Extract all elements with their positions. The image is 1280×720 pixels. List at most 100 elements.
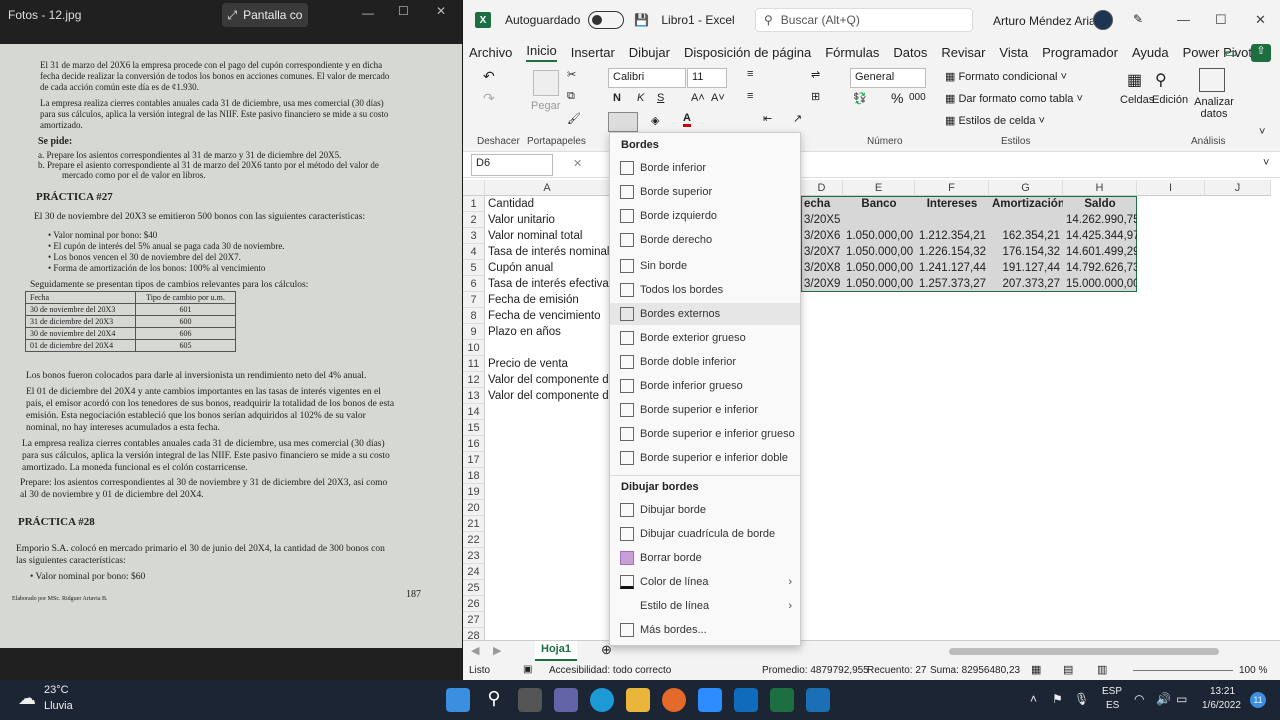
table-header[interactable]: echa [801, 196, 843, 212]
row-header[interactable]: 6 [463, 276, 485, 292]
table-cell[interactable]: 1.241.127,44 [915, 260, 989, 276]
cell-styles-button[interactable]: ▦ Estilos de celda ˅ [945, 114, 1045, 127]
table-cell[interactable] [989, 212, 1063, 228]
table-cell[interactable]: 14.601.499,29 [1063, 244, 1137, 260]
minimize-icon[interactable]: — [362, 6, 374, 20]
draw-border-option[interactable]: Dibujar cuadrícula de borde [610, 523, 800, 545]
row-header[interactable]: 3 [463, 228, 485, 244]
table-cell[interactable]: 14.262.990,75 [1063, 212, 1137, 228]
zoom-icon[interactable] [698, 688, 722, 712]
italic-button[interactable]: K [637, 92, 644, 104]
row-header[interactable]: 19 [463, 484, 485, 500]
tab-archivo[interactable]: Archivo [469, 45, 512, 60]
tab-power-pivot[interactable]: Power Pivot [1183, 45, 1252, 60]
normal-view-icon[interactable]: ▦ [1031, 663, 1041, 676]
table-cell[interactable] [915, 212, 989, 228]
close-icon[interactable]: ✕ [1255, 12, 1266, 28]
column-header[interactable]: G [989, 180, 1063, 196]
draw-border-option[interactable]: Más bordes... [610, 619, 800, 641]
table-cell[interactable]: 1.050.000,00 [843, 276, 915, 292]
analyze-button[interactable]: Analizar datos [1193, 96, 1235, 120]
border-option[interactable]: Sin borde [610, 255, 800, 277]
fill-color-icon[interactable]: ◈ [651, 114, 659, 127]
percent-icon[interactable]: % [891, 90, 903, 106]
row-header[interactable]: 1 [463, 196, 485, 212]
row-header[interactable]: 7 [463, 292, 485, 308]
cell-a[interactable] [485, 340, 610, 356]
row-header[interactable]: 5 [463, 260, 485, 276]
row-header[interactable]: 15 [463, 420, 485, 436]
border-option[interactable]: Borde doble inferior [610, 351, 800, 373]
thousands-icon[interactable]: 000 [909, 92, 926, 103]
tab-disposicion[interactable]: Disposición de página [684, 45, 811, 60]
share-icon[interactable]: ⇧ [1251, 44, 1271, 62]
clock-time[interactable]: 13:21 [1210, 686, 1235, 697]
table-cell[interactable]: 3/20X8 [801, 260, 843, 276]
copy-icon[interactable]: ⧉ [567, 90, 575, 103]
accessibility-status[interactable]: Accesibilidad: todo correcto [549, 665, 671, 676]
borders-button[interactable] [608, 112, 638, 132]
row-header[interactable]: 20 [463, 500, 485, 516]
cell-a[interactable]: Valor unitario [485, 212, 610, 228]
size-select[interactable]: 11 [687, 68, 727, 88]
draw-border-option[interactable]: Dibujar borde [610, 499, 800, 521]
table-cell[interactable]: 1.212.354,21 [915, 228, 989, 244]
save-icon[interactable]: 💾 [634, 13, 649, 27]
close-icon[interactable]: ✕ [436, 4, 446, 18]
format-as-table-button[interactable]: ▦ Dar formato como tabla ˅ [945, 92, 1083, 105]
select-all[interactable] [463, 180, 485, 196]
search-box[interactable]: ⚲ Buscar (Alt+Q) [755, 8, 973, 32]
table-cell[interactable]: 1.257.373,27 [915, 276, 989, 292]
photos-taskbar-icon[interactable] [806, 688, 830, 712]
battery-icon[interactable]: ▭ [1176, 692, 1187, 706]
table-cell[interactable]: 207.373,27 [989, 276, 1063, 292]
cell-a[interactable]: Valor del componente de [485, 388, 610, 404]
tab-datos[interactable]: Datos [893, 45, 927, 60]
wifi-icon[interactable]: ◠ [1134, 692, 1144, 706]
column-header[interactable]: H [1063, 180, 1137, 196]
table-cell[interactable]: 3/20X9 [801, 276, 843, 292]
lang-2[interactable]: ES [1106, 700, 1119, 711]
clock-date[interactable]: 1/6/2022 [1202, 700, 1241, 711]
paste-button[interactable]: Pegar [531, 100, 560, 112]
row-header[interactable]: 11 [463, 356, 485, 372]
row-header[interactable]: 28 [463, 628, 485, 640]
cancel-formula-icon[interactable]: ✕ [573, 157, 582, 170]
border-option[interactable]: Borde exterior grueso [610, 327, 800, 349]
table-header[interactable]: Banco [843, 196, 915, 212]
border-option[interactable]: Borde superior [610, 181, 800, 203]
page-break-icon[interactable]: ▥ [1097, 663, 1107, 676]
zoom-slider[interactable] [1133, 670, 1233, 671]
cell-a[interactable]: Fecha de vencimiento [485, 308, 610, 324]
align-top-icon[interactable]: ≡ [747, 68, 753, 80]
volume-icon[interactable]: 🔊 [1156, 692, 1171, 706]
row-header[interactable]: 2 [463, 212, 485, 228]
border-option[interactable]: Borde inferior grueso [610, 375, 800, 397]
teams-icon[interactable] [554, 688, 578, 712]
column-header[interactable]: J [1205, 180, 1271, 196]
row-header[interactable]: 23 [463, 548, 485, 564]
row-header[interactable]: 21 [463, 516, 485, 532]
edge-icon[interactable] [590, 688, 614, 712]
tab-dibujar[interactable]: Dibujar [629, 45, 670, 60]
indent-icon[interactable]: ⇤ [763, 112, 772, 125]
column-header[interactable]: I [1137, 180, 1205, 196]
spreadsheet-grid[interactable]: A D E F G H I J 1 2 3 4 5 6 7 8 9 10 11 12 13 14 15 16 1… [463, 180, 1280, 640]
table-header[interactable]: Saldo [1063, 196, 1137, 212]
avatar[interactable] [1093, 10, 1113, 30]
table-cell[interactable]: 3/20X6 [801, 228, 843, 244]
border-option[interactable]: Bordes externos [610, 303, 800, 325]
maximize-icon[interactable]: ☐ [1215, 12, 1227, 28]
shrink-font-icon[interactable]: A˅ [711, 92, 725, 104]
next-sheet-icon[interactable]: ▶ [493, 644, 501, 657]
table-cell[interactable]: 1.050.000,00 [843, 260, 915, 276]
currency-icon[interactable]: 💱 [853, 92, 867, 105]
tab-vista[interactable]: Vista [999, 45, 1028, 60]
border-option[interactable]: Borde derecho [610, 229, 800, 251]
grow-font-icon[interactable]: A˄ [691, 92, 705, 104]
tab-programador[interactable]: Programador [1042, 45, 1118, 60]
column-header[interactable]: D [801, 180, 843, 196]
row-header[interactable]: 17 [463, 452, 485, 468]
prev-sheet-icon[interactable]: ◀ [471, 644, 479, 657]
font-select[interactable]: Calibri [608, 68, 686, 88]
